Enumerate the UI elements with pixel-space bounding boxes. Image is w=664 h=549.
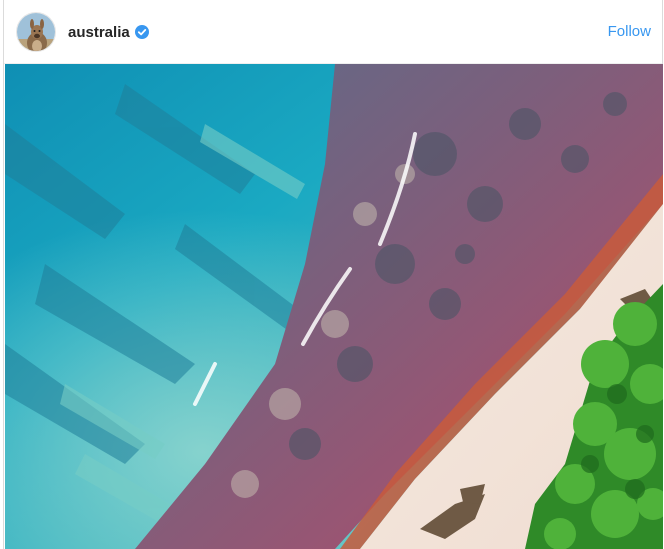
username[interactable]: australia <box>68 24 130 42</box>
post-photo[interactable] <box>5 64 663 549</box>
avatar[interactable] <box>16 12 56 52</box>
follow-button[interactable]: Follow <box>608 23 651 41</box>
aerial-coastline-image <box>5 64 663 549</box>
kangaroo-avatar-icon <box>17 13 55 51</box>
instagram-post: australia Follow <box>3 0 663 549</box>
verified-badge-icon <box>135 25 149 39</box>
post-header: australia Follow <box>4 0 662 64</box>
